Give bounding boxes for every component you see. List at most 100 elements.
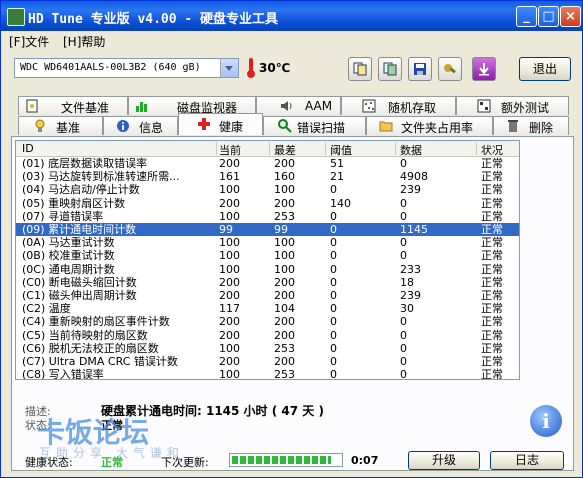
tab-label: 基准 (56, 121, 81, 135)
raw-data: 4908 (400, 170, 428, 184)
current-value: 200 (219, 196, 240, 210)
threshold-value: 0 (330, 249, 337, 263)
attribute-name: (C2) 温度 (22, 302, 71, 316)
tab-extra-tests[interactable]: 额外测试 (456, 96, 569, 115)
drive-select[interactable]: WDC WD6401AALS-00L3B2 (640 gB) (14, 58, 239, 78)
exit-button[interactable]: 退出 (519, 57, 571, 81)
tab-error-scan[interactable]: 错误扫描 (263, 116, 366, 135)
copy-screen-button[interactable] (378, 57, 402, 81)
current-value: 100 (219, 209, 240, 223)
table-row[interactable]: (04) 马达启动/停止计数 100 100 0 239 正常 (16, 183, 519, 196)
title-bar[interactable]: HD Tune 专业版 v4.00 - 硬盘专业工具 _ □ × (1, 1, 582, 31)
lightbulb-icon (35, 119, 45, 132)
worst-value: 100 (274, 262, 295, 276)
tab-health[interactable]: 健康 (178, 113, 263, 135)
attribute-name: (C0) 断电磁头缩回计数 (22, 275, 137, 289)
table-row[interactable]: (C5) 当前待映射的扇区数 200 200 0 0 正常 (16, 329, 519, 342)
close-button[interactable]: × (560, 6, 581, 27)
attribute-name: (07) 寻道错误率 (22, 209, 104, 223)
table-row[interactable]: (C1) 磁头伸出周期计数 200 200 0 239 正常 (16, 289, 519, 302)
table-row[interactable]: (0B) 校准重试计数 100 100 0 0 正常 (16, 249, 519, 262)
raw-data: 233 (400, 262, 421, 276)
copy-text-button[interactable] (348, 57, 372, 81)
current-value: 99 (219, 223, 233, 236)
attribute-name: (C5) 当前待映射的扇区数 (22, 328, 148, 342)
save-icon (414, 63, 426, 75)
tab-benchmark[interactable]: 基准 (18, 116, 103, 135)
options-icon (444, 64, 456, 74)
maximize-button[interactable]: □ (538, 6, 559, 27)
threshold-value: 0 (330, 315, 337, 329)
current-value: 200 (219, 157, 240, 170)
table-row[interactable]: (01) 底层数据读取错误率 200 200 51 0 正常 (16, 157, 519, 170)
table-row[interactable]: (C7) Ultra DMA CRC 错误计数 200 200 0 0 正常 (16, 355, 519, 368)
thermometer-icon (247, 58, 255, 78)
log-button[interactable]: 日志 (490, 451, 564, 470)
tab-file-benchmark[interactable]: 文件基准 (18, 96, 128, 115)
table-row[interactable]: (09) 累计通电时间计数 99 99 0 1145 正常 (16, 223, 519, 236)
worst-value: 200 (274, 196, 295, 210)
attribute-name: (0A) 马达重试计数 (22, 236, 115, 250)
extra-tests-icon (477, 99, 491, 113)
app-window: HD Tune 专业版 v4.00 - 硬盘专业工具 _ □ × [F]文件 [… (0, 0, 583, 478)
table-row[interactable]: (C4) 重新映射的扇区事件计数 200 200 0 0 正常 (16, 315, 519, 328)
attribute-name: (C8) 写入错误率 (22, 368, 104, 380)
current-value: 100 (219, 262, 240, 276)
tab-random-access[interactable]: 随机存取 (341, 96, 456, 115)
tab-folder-usage[interactable]: 文件夹占用率 (366, 116, 493, 135)
bar-chart-icon (136, 102, 147, 112)
current-value: 100 (219, 249, 240, 263)
worst-value: 100 (274, 183, 295, 197)
upgrade-button[interactable]: 升级 (408, 451, 480, 470)
random-access-icon (362, 99, 376, 113)
attribute-name: (05) 重映射扇区计数 (22, 196, 126, 210)
column-header[interactable]: 状况 (481, 142, 503, 158)
status-value: 正常 (481, 368, 503, 380)
status-value: 正常 (481, 209, 503, 223)
options-button[interactable] (438, 57, 462, 81)
health-status-label: 健康状态: (25, 456, 73, 469)
save-button[interactable] (408, 57, 432, 81)
column-header[interactable]: 阈值 (330, 142, 352, 158)
threshold-value: 140 (330, 196, 351, 210)
column-header[interactable]: 当前 (219, 142, 241, 158)
threshold-value: 0 (330, 289, 337, 302)
column-header[interactable]: ID (22, 142, 34, 155)
table-row[interactable]: (05) 重映射扇区计数 200 200 140 0 正常 (16, 197, 519, 210)
tab-erase[interactable]: 删除 (493, 116, 569, 135)
table-row[interactable]: (03) 马达旋转到标准转速所需... 161 160 21 4908 正常 (16, 170, 519, 183)
worst-value: 200 (274, 157, 295, 170)
table-row[interactable]: (0C) 通电周期计数 100 100 0 233 正常 (16, 263, 519, 276)
column-header[interactable]: 最差 (274, 142, 296, 158)
status-value: 正常 (481, 157, 503, 170)
table-row[interactable]: (0A) 马达重试计数 100 100 0 0 正常 (16, 236, 519, 249)
raw-data: 239 (400, 289, 421, 302)
table-row[interactable]: (07) 寻道错误率 100 253 0 0 正常 (16, 210, 519, 223)
worst-value: 253 (274, 209, 295, 223)
window-title: HD Tune 专业版 v4.00 - 硬盘专业工具 (28, 12, 279, 27)
table-row[interactable]: (C2) 温度 117 104 0 30 正常 (16, 302, 519, 315)
download-button[interactable] (472, 57, 496, 81)
raw-data: 239 (400, 183, 421, 197)
column-header[interactable]: 数据 (400, 142, 422, 158)
status-value: 正常 (481, 262, 503, 276)
status-value: 正常 (481, 196, 503, 210)
table-row[interactable]: (C0) 断电磁头缩回计数 200 200 0 18 正常 (16, 276, 519, 289)
menu-help[interactable]: [H]帮助 (63, 33, 105, 50)
status-value: 正常 (481, 341, 503, 355)
update-timer: 0:07 (351, 454, 379, 467)
table-row[interactable]: (C8) 写入错误率 100 253 0 0 正常 (16, 368, 519, 380)
tab-label: AAM (305, 99, 333, 113)
minimize-button[interactable]: _ (516, 6, 537, 27)
tab-aam[interactable]: AAM (256, 96, 341, 115)
smart-table[interactable]: ID 当前 最差 阈值 数据 状况 (01) 底层数据读取错误率 200 200 51… (15, 140, 520, 380)
help-info-icon[interactable]: i (530, 405, 562, 437)
threshold-value: 51 (330, 157, 344, 170)
chevron-down-icon[interactable] (220, 59, 238, 77)
menu-file[interactable]: [F]文件 (9, 33, 49, 50)
tab-info[interactable]: 信息 (103, 116, 178, 135)
table-row[interactable]: (C6) 脱机无法校正的扇区数 100 253 0 0 正常 (16, 342, 519, 355)
status-value: 正常 (481, 328, 503, 342)
status-value: 正常 (481, 183, 503, 197)
raw-data: 1145 (400, 223, 428, 236)
